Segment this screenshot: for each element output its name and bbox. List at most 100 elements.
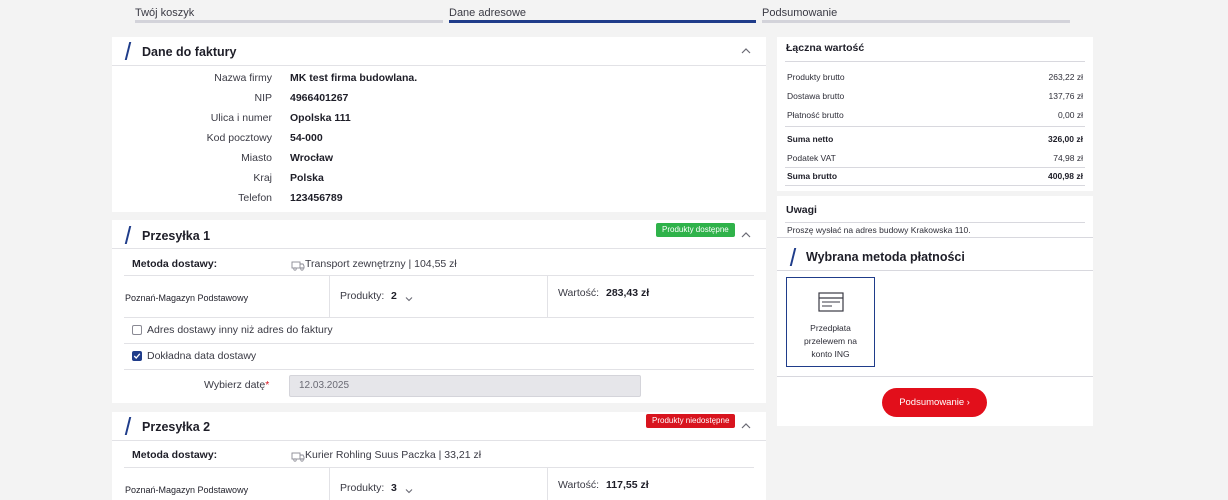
step-summary-label: Podsumowanie [762,7,838,19]
delivery-method-value: Transport zewnętrzny | 104,55 zł [305,258,457,270]
divider [777,237,1093,238]
section-slash [124,226,132,244]
nip-value: 4966401267 [290,92,349,104]
country-label: Kraj [253,172,272,184]
summary-label-payment: Płatność brutto [787,110,844,120]
step-address-bar [449,20,756,23]
products-count: 2 [391,290,397,302]
section-slash [124,417,132,435]
section-slash [789,248,797,266]
step-cart[interactable]: Twój koszyk [135,0,443,24]
nip-label: NIP [254,92,272,104]
city-value: Wrocław [290,152,333,164]
delivery-method-value: Kurier Rohling Suus Paczka | 33,21 zł [305,449,482,461]
payment-option-line3: konto ING [811,349,850,359]
notes-title: Uwagi [786,204,817,216]
street-value: Opolska 111 [290,112,351,124]
invoice-title: Dane do faktury [142,45,237,59]
divider [124,275,754,276]
divider [547,468,548,500]
summary-panel: Łączna wartość Produkty brutto 263,22 zł… [777,37,1093,426]
date-input[interactable]: 12.03.2025 [289,375,641,397]
divider [785,167,1085,168]
delivery-method-label: Metoda dostawy: [132,449,218,461]
postal-code-label: Kod pocztowy [206,132,272,144]
payment-option-line2: przelewem na [804,336,857,346]
chevron-down-icon [404,483,414,500]
value-label: Wartość: [558,479,600,491]
summary-button-label: Podsumowanie [899,397,965,408]
alt-address-checkbox-label: Adres dostawy inny niż adres do faktury [147,324,333,336]
products-toggle[interactable]: Produkty: 3 [340,482,440,496]
postal-code-value: 54-000 [290,132,323,144]
divider [329,276,330,317]
exact-date-checkbox[interactable] [132,351,142,361]
exact-date-checkbox-row[interactable]: Dokładna data dostawy [132,350,432,364]
panel-gap [777,191,1093,196]
required-marker: * [265,379,270,391]
chevron-up-icon[interactable] [740,420,752,432]
step-summary-bar [762,20,1070,23]
truck-icon [291,449,305,462]
divider [329,468,330,500]
divider [777,270,1093,271]
alt-address-checkbox-row[interactable]: Adres dostawy inny niż adres do faktury [132,324,432,338]
shipment2-header[interactable]: Przesyłka 2 Produkty niedostępne [112,412,766,441]
summary-button[interactable]: Podsumowanie › [882,388,987,417]
status-badge: Produkty dostępne [656,223,735,237]
divider [785,126,1085,127]
bank-transfer-icon [818,292,844,317]
chevron-up-icon[interactable] [740,229,752,241]
step-summary[interactable]: Podsumowanie [762,0,1070,24]
invoice-panel: Dane do faktury Nazwa firmy MK test firm… [112,37,766,212]
chevron-right-icon: › [966,397,970,407]
divider [124,317,754,318]
value-amount: 117,55 zł [606,479,649,491]
divider [124,343,754,344]
delivery-method-label: Metoda dostawy: [132,258,218,270]
divider [785,61,1085,62]
chevron-up-icon[interactable] [740,45,752,57]
summary-label-products: Produkty brutto [787,72,845,82]
company-name-value: MK test firma budowlana. [290,72,418,84]
shipment2-title: Przesyłka 2 [142,420,211,434]
truck-icon [291,258,305,271]
street-label: Ulica i numer [210,112,272,124]
value-label: Wartość: [558,287,600,299]
divider [124,467,754,468]
company-name-label: Nazwa firmy [214,72,272,84]
shipment1-panel: Przesyłka 1 Produkty dostępne Metoda dos… [112,220,766,403]
step-address[interactable]: Dane adresowe [449,0,756,24]
payment-option-line1: Przedpłata [810,323,851,333]
city-label: Miasto [241,152,272,164]
payment-option-card[interactable]: Przedpłata przelewem na konto ING [786,277,875,367]
summary-title: Łączna wartość [786,42,865,54]
summary-value-payment: 0,00 zł [1057,110,1083,120]
phone-value: 123456789 [290,192,343,204]
step-cart-bar [135,20,443,23]
summary-value-products: 263,22 zł [1048,72,1084,82]
summary-label-net: Suma netto [787,134,834,144]
date-label-text: Wybierz datę [204,379,266,391]
divider [124,369,754,370]
section-slash [124,42,132,60]
value-amount: 283,43 zł [606,287,650,299]
country-value: Polska [290,172,324,184]
notes-text: Proszę wysłać na adres budowy Krakowska … [787,225,971,235]
products-label: Produkty: [340,482,385,494]
summary-label-delivery: Dostawa brutto [787,91,845,101]
summary-value-net: 326,00 zł [1048,134,1083,144]
alt-address-checkbox[interactable] [132,325,142,335]
step-address-label: Dane adresowe [449,7,527,19]
products-toggle[interactable]: Produkty: 2 [340,290,440,304]
shipment2-panel: Przesyłka 2 Produkty niedostępne Metoda … [112,412,766,500]
status-badge: Produkty niedostępne [646,414,736,428]
step-cart-label: Twój koszyk [135,7,195,19]
invoice-header[interactable]: Dane do faktury [112,37,766,66]
divider [785,185,1085,186]
summary-label-gross: Suma brutto [787,171,838,181]
warehouse-name: Poznań-Magazyn Podstawowy [125,293,249,303]
date-field-label: Wybierz datę* [204,379,269,391]
shipment1-header[interactable]: Przesyłka 1 Produkty dostępne [112,220,766,249]
products-count: 3 [391,482,397,494]
